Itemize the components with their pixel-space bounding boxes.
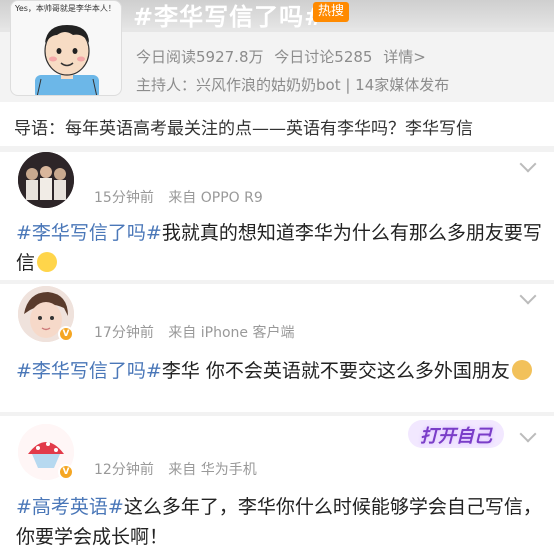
discussion-count: 今日讨论5285 bbox=[274, 48, 373, 66]
group-photo-avatar-image bbox=[18, 152, 74, 208]
post-text: #李华写信了吗#我就真的想知道李华为什么有那么多朋友要写信 bbox=[16, 218, 542, 278]
details-link[interactable]: 详情> bbox=[383, 48, 426, 66]
chevron-down-icon[interactable] bbox=[519, 425, 537, 443]
guide-text: 导语：每年英语高考最关注的点——英语有李华吗？李华写信 bbox=[14, 119, 473, 139]
post-meta: 12分钟前 来自 华为手机 bbox=[94, 459, 257, 479]
weibo-post[interactable]: 15分钟前 来自 OPPO R9 #李华写信了吗#我就真的想知道李华为什么有那么… bbox=[0, 152, 554, 280]
cartoon-boy-illustration bbox=[35, 25, 99, 95]
weibo-post[interactable]: V 17分钟前 来自 iPhone 客户端 #李华写信了吗#李华 你不会英语就不… bbox=[0, 284, 554, 412]
chevron-down-icon[interactable] bbox=[519, 155, 537, 173]
crying-face-emoji-icon bbox=[37, 252, 58, 272]
post-text: #高考英语#这么多年了，李华你什么时候能够学会自己写信，你要学会成长啊！ bbox=[16, 492, 542, 552]
post-time: 17分钟前 bbox=[94, 325, 154, 341]
post-time: 12分钟前 bbox=[94, 462, 154, 478]
host-info[interactable]: 主持人：兴风作浪的姑奶奶bot | 14家媒体发布 bbox=[136, 74, 449, 95]
user-avatar[interactable] bbox=[18, 152, 74, 208]
weibo-post[interactable]: 打开自己 V 12分钟前 来自 华为手机 #高考英语#这么多年了，李华你什么时候… bbox=[0, 416, 554, 554]
topic-title: #李华写信了吗# bbox=[133, 3, 326, 31]
sticker-text: 打开自己 bbox=[420, 426, 492, 447]
source-prefix: 来自 bbox=[168, 190, 197, 206]
post-meta: 17分钟前 来自 iPhone 客户端 bbox=[94, 322, 294, 342]
hashtag-link[interactable]: #李华写信了吗# bbox=[16, 360, 162, 382]
read-count: 今日阅读5927.8万 bbox=[136, 48, 264, 66]
hot-search-badge: 热搜 bbox=[313, 2, 350, 22]
dog-face-emoji-icon bbox=[511, 360, 532, 380]
topic-stats: 今日阅读5927.8万 今日讨论5285 详情> bbox=[136, 46, 432, 67]
chevron-down-icon[interactable] bbox=[519, 287, 537, 305]
topic-cover-image[interactable]: Yes，本帅哥就是李华本人！ bbox=[10, 0, 122, 96]
post-meta: 15分钟前 来自 OPPO R9 bbox=[94, 187, 263, 207]
source-prefix: 来自 bbox=[168, 325, 197, 341]
post-time: 15分钟前 bbox=[94, 190, 154, 206]
hashtag-link[interactable]: #李华写信了吗# bbox=[16, 222, 162, 244]
source-device[interactable]: OPPO R9 bbox=[201, 190, 263, 206]
source-device[interactable]: 华为手机 bbox=[201, 462, 257, 478]
topic-header: Yes，本帅哥就是李华本人！ #李华写信了吗# 热搜 今日阅读5927.8万 今… bbox=[0, 0, 554, 102]
verified-badge-icon: V bbox=[58, 464, 74, 480]
source-prefix: 来自 bbox=[168, 462, 197, 478]
hashtag-link[interactable]: #高考英语# bbox=[16, 496, 124, 518]
guide-section: 导语：每年英语高考最关注的点——英语有李华吗？李华写信 bbox=[0, 102, 554, 146]
source-device[interactable]: iPhone 客户端 bbox=[201, 325, 295, 341]
post-text: #李华写信了吗#李华 你不会英语就不要交这么多外国朋友 bbox=[16, 356, 542, 386]
post-body: 李华 你不会英语就不要交这么多外国朋友 bbox=[161, 360, 510, 382]
verified-badge-icon: V bbox=[58, 326, 74, 342]
